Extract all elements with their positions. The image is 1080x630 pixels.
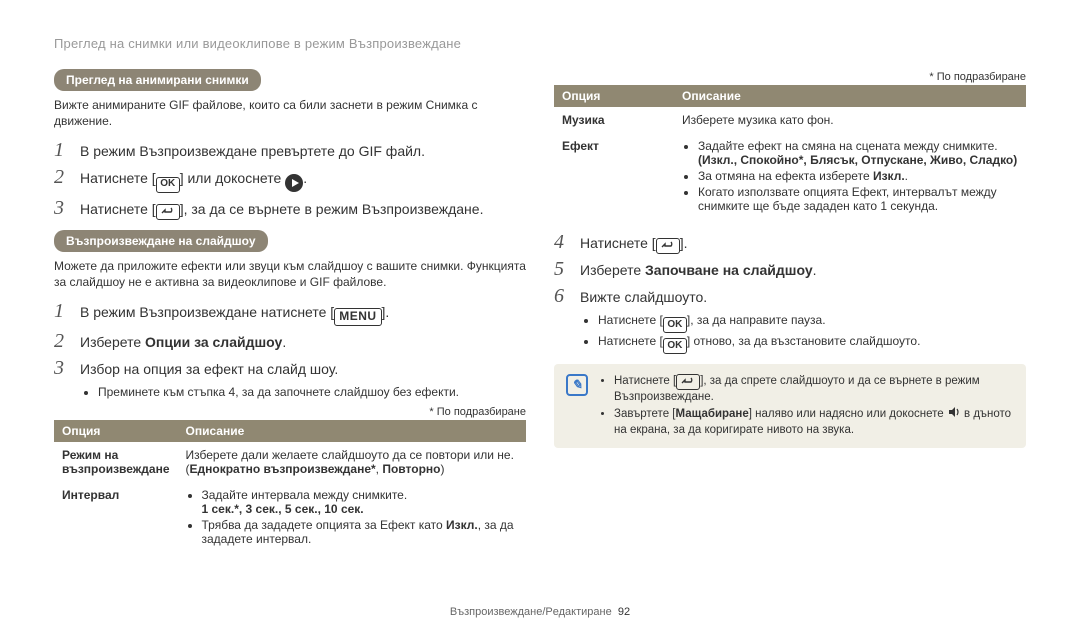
table-row: Интервал Задайте интервала между снимкит… [54, 482, 526, 554]
intro-slideshow: Можете да приложите ефекти или звуци към… [54, 258, 526, 290]
menu-key-icon: MENU [334, 308, 381, 326]
step-6: 6 Вижте слайдшоуто. [554, 285, 1026, 308]
left-column: Преглед на анимирани снимки Вижте анимир… [54, 69, 526, 554]
info-icon: ✎ [566, 374, 588, 396]
ok-key-icon: OK [156, 177, 180, 193]
back-key-icon [156, 204, 180, 220]
table-row: Режим на възпроизвеждане Изберете дали ж… [54, 442, 526, 482]
section-pill-slideshow: Възпроизвеждане на слайдшоу [54, 230, 268, 252]
step-1: 1 В режим Възпроизвеждане превъртете до … [54, 139, 526, 162]
section-pill-animated: Преглед на анимирани снимки [54, 69, 261, 91]
step-4: 4 Натиснете []. [554, 231, 1026, 254]
step-2: 2 Натиснете [OK] или докоснете . [54, 166, 526, 192]
options-table-left: Опция Описание Режим на възпроизвеждане … [54, 420, 526, 554]
step-3: 3 Натиснете [], за да се върнете в режим… [54, 197, 526, 220]
intro-animated: Вижте анимираните GIF файлове, които са … [54, 97, 526, 129]
table-header-desc: Описание [178, 420, 527, 442]
ok-key-icon: OK [663, 338, 687, 354]
page-footer: Възпроизвеждане/Pедактиране 92 [0, 606, 1080, 618]
table-header-option: Опция [54, 420, 178, 442]
speaker-icon [947, 405, 961, 419]
table-header-desc: Описание [674, 85, 1026, 107]
default-note-left: * По подразбиране [54, 406, 526, 418]
breadcrumb: Преглед на снимки или видеоклипове в реж… [54, 36, 1026, 51]
table-header-option: Опция [554, 85, 674, 107]
table-row: Eфект Задайте ефект на смяна на сцената … [554, 133, 1026, 221]
table-row: Музика Изберете музика като фон. [554, 107, 1026, 133]
step-s2: 2 Изберете Опции за слайдшоу. [54, 330, 526, 353]
play-icon [285, 174, 303, 192]
step-6-bullets: Натиснете [OK], за да направите пауза. Н… [582, 312, 1026, 354]
step-s1: 1 В режим Възпроизвеждане натиснете [MEN… [54, 300, 526, 326]
right-column: * По подразбиране Опция Описание Музика … [554, 69, 1026, 554]
step-s3: 3 Избор на опция за ефект на слайд шоу. [54, 357, 526, 380]
step-5: 5 Изберете Започване на слайдшоу. [554, 258, 1026, 281]
back-key-icon [676, 374, 700, 390]
ok-key-icon: OK [663, 317, 687, 333]
tips-box: ✎ Натиснете [], за да спрете слайдшоуто … [554, 364, 1026, 449]
options-table-right: Опция Описание Музика Изберете музика ка… [554, 85, 1026, 221]
back-key-icon [656, 238, 680, 254]
default-note-right: * По подразбиране [554, 71, 1026, 83]
step-s3-bullets: Преминете към стъпка 4, за да започнете … [82, 384, 526, 400]
